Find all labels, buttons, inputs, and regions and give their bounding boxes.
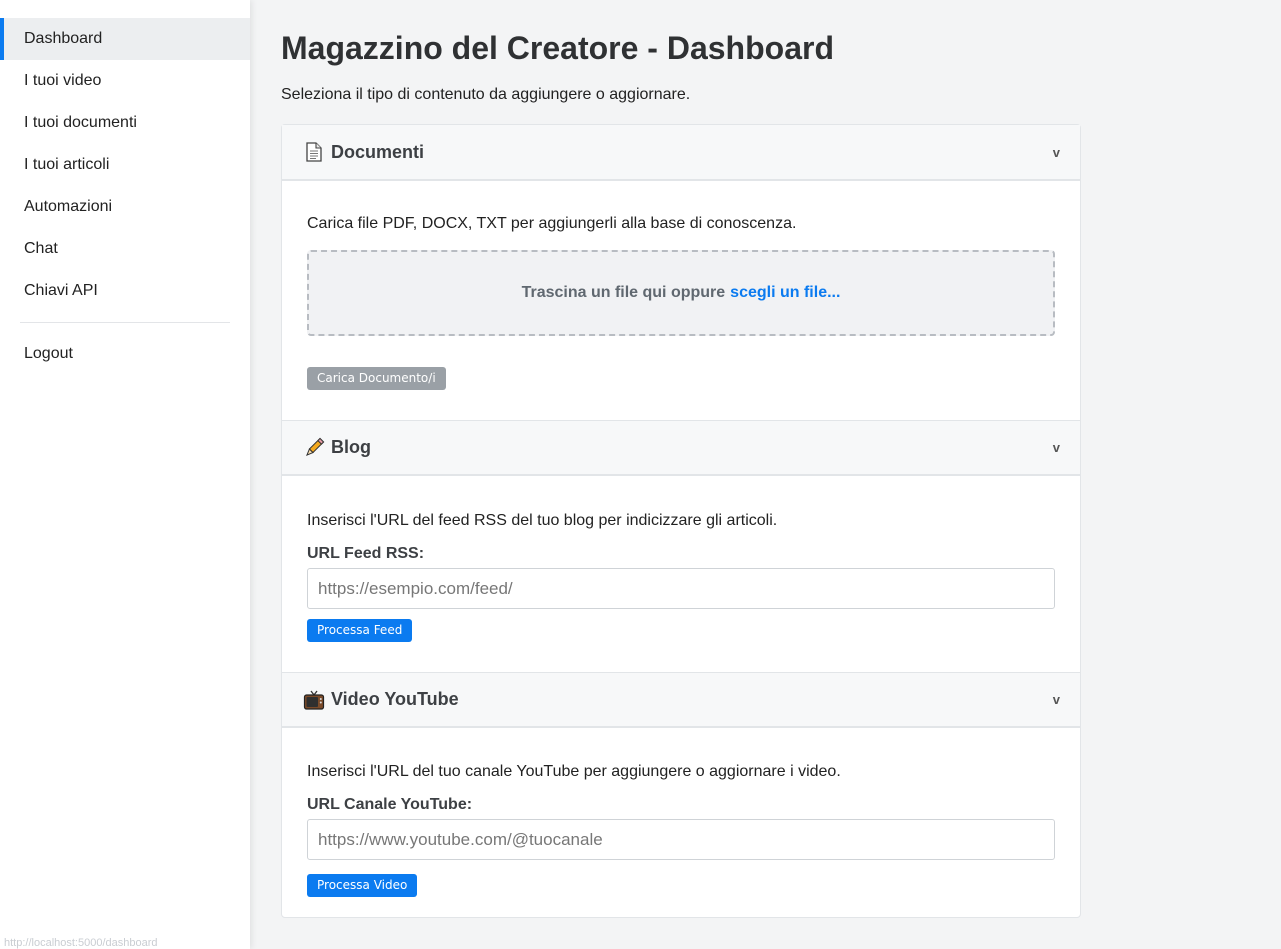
sidebar: Dashboard I tuoi video I tuoi documenti …: [0, 0, 250, 949]
dropzone-text: Trascina un file qui oppure: [521, 284, 726, 301]
documents-description: Carica file PDF, DOCX, TXT per aggiunger…: [307, 215, 797, 232]
chevron-down-icon[interactable]: v: [1053, 440, 1060, 455]
sidebar-item-chat[interactable]: Chat: [0, 228, 250, 270]
sidebar-divider: [20, 322, 230, 323]
upload-documents-button[interactable]: Carica Documento/i: [307, 367, 446, 390]
section-title-blog: Blog: [331, 437, 371, 457]
blog-description: Inserisci l'URL del feed RSS del tuo blo…: [307, 512, 778, 529]
section-title-youtube: Video YouTube: [331, 689, 459, 709]
section-body-youtube: Inserisci l'URL del tuo canale YouTube p…: [282, 728, 1080, 917]
sidebar-item-logout[interactable]: Logout: [0, 333, 250, 375]
document-icon: [303, 141, 325, 163]
status-bar-url: http://localhost:5000/dashboard: [4, 937, 158, 949]
section-header-documents[interactable]: Documenti v: [282, 125, 1080, 181]
youtube-description: Inserisci l'URL del tuo canale YouTube p…: [307, 763, 841, 780]
chevron-down-icon[interactable]: v: [1053, 145, 1060, 160]
content-type-accordion: Documenti v Carica file PDF, DOCX, TXT p…: [281, 124, 1081, 918]
youtube-url-label: URL Canale YouTube:: [307, 796, 473, 813]
sidebar-item-articles[interactable]: I tuoi articoli: [0, 144, 250, 186]
sidebar-item-documents[interactable]: I tuoi documenti: [0, 102, 250, 144]
section-title-documents: Documenti: [331, 141, 425, 162]
sidebar-item-api-keys[interactable]: Chiavi API: [0, 270, 250, 312]
sidebar-item-dashboard[interactable]: Dashboard: [0, 18, 250, 60]
process-feed-button[interactable]: Processa Feed: [307, 619, 413, 642]
sidebar-item-automations[interactable]: Automazioni: [0, 186, 250, 228]
rss-url-input[interactable]: [307, 568, 1055, 609]
youtube-url-input[interactable]: [307, 819, 1055, 860]
section-body-blog: Inserisci l'URL del feed RSS del tuo blo…: [282, 476, 1080, 672]
pencil-icon: [303, 437, 325, 459]
sidebar-item-videos[interactable]: I tuoi video: [0, 60, 250, 102]
chevron-down-icon[interactable]: v: [1053, 692, 1060, 707]
section-header-blog[interactable]: Blog v: [282, 420, 1080, 476]
file-dropzone[interactable]: Trascina un file qui oppure scegli un fi…: [307, 250, 1055, 336]
main-content: Magazzino del Creatore - Dashboard Selez…: [281, 0, 1081, 918]
page-title: Magazzino del Creatore - Dashboard: [281, 30, 834, 66]
choose-file-link[interactable]: scegli un file...: [730, 284, 840, 302]
television-icon: [303, 689, 325, 711]
page-subtitle: Seleziona il tipo di contenuto da aggiun…: [281, 86, 691, 103]
section-body-documents: Carica file PDF, DOCX, TXT per aggiunger…: [282, 181, 1080, 420]
section-header-youtube[interactable]: Video YouTube v: [282, 672, 1080, 728]
process-video-button[interactable]: Processa Video: [307, 874, 418, 897]
rss-url-label: URL Feed RSS:: [307, 545, 425, 562]
